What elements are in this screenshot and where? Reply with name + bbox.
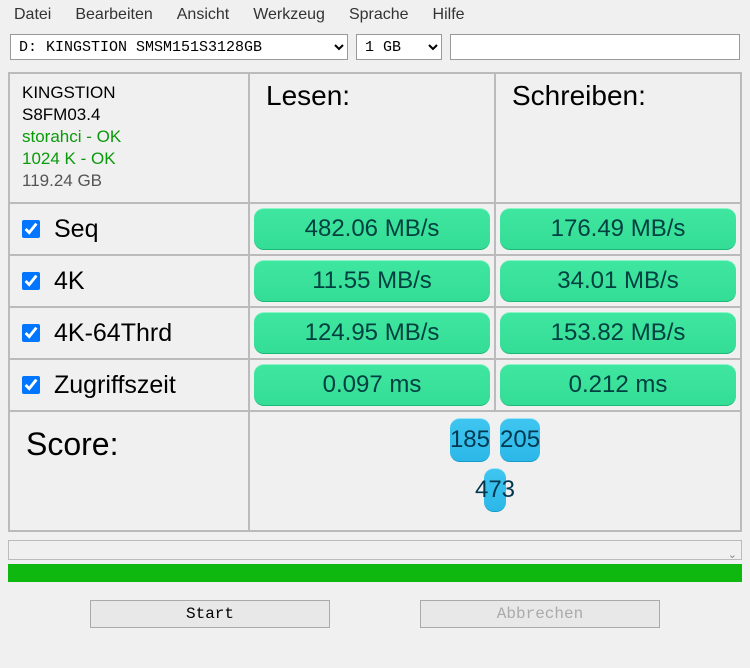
header-row: KINGSTION S8FM03.4 storahci - OK 1024 K … — [10, 74, 742, 204]
row-seq: Seq 482.06 MB/s 176.49 MB/s — [10, 204, 742, 256]
results-grid: KINGSTION S8FM03.4 storahci - OK 1024 K … — [8, 72, 742, 532]
seq-write-value: 176.49 MB/s — [500, 208, 736, 250]
menu-view[interactable]: Ansicht — [177, 6, 229, 24]
progress-complete — [8, 564, 742, 582]
test-4k64-checkbox[interactable] — [22, 324, 40, 342]
test-access-checkbox[interactable] — [22, 376, 40, 394]
drive-info: KINGSTION S8FM03.4 storahci - OK 1024 K … — [10, 74, 250, 202]
acc-write-cell: 0.212 ms — [496, 360, 742, 410]
seq-read-cell: 482.06 MB/s — [250, 204, 496, 254]
acc-read-cell: 0.097 ms — [250, 360, 496, 410]
row-access: Zugriffszeit 0.097 ms 0.212 ms — [10, 360, 742, 412]
menu-edit[interactable]: Bearbeiten — [75, 6, 152, 24]
test-seq-label-cell: Seq — [10, 204, 250, 254]
search-input[interactable] — [450, 34, 740, 60]
menu-bar: Datei Bearbeiten Ansicht Werkzeug Sprach… — [0, 0, 750, 30]
row-score: Score: 185 205 473 — [10, 412, 742, 532]
toolbar: D: KINGSTION SMSM151S3128GB 1 GB — [0, 30, 750, 68]
row-4k: 4K 11.55 MB/s 34.01 MB/s — [10, 256, 742, 308]
progress-tick-icon: ⌄ — [728, 548, 737, 561]
write-header: Schreiben: — [496, 74, 742, 202]
test-access-label: Zugriffszeit — [54, 371, 176, 400]
driver-status: storahci - OK — [22, 126, 121, 148]
score-label: Score: — [10, 412, 250, 530]
k4_64-write-value: 153.82 MB/s — [500, 312, 736, 354]
seq-write-cell: 176.49 MB/s — [496, 204, 742, 254]
drive-select[interactable]: D: KINGSTION SMSM151S3128GB — [10, 34, 348, 60]
k4-read-value: 11.55 MB/s — [254, 260, 490, 302]
menu-help[interactable]: Hilfe — [433, 6, 465, 24]
cancel-button: Abbrechen — [420, 600, 660, 628]
acc-read-value: 0.097 ms — [254, 364, 490, 406]
block-status: 1024 K - OK — [22, 148, 116, 170]
score-read: 185 — [450, 418, 490, 462]
test-4k64-label-cell: 4K-64Thrd — [10, 308, 250, 358]
firmware-version: S8FM03.4 — [22, 104, 100, 126]
row-4k64: 4K-64Thrd 124.95 MB/s 153.82 MB/s — [10, 308, 742, 360]
k4-write-cell: 34.01 MB/s — [496, 256, 742, 306]
acc-write-value: 0.212 ms — [500, 364, 736, 406]
test-size-select[interactable]: 1 GB — [356, 34, 442, 60]
read-header: Lesen: — [250, 74, 496, 202]
progress-area: ⌄ — [8, 540, 742, 582]
k4_64-read-cell: 124.95 MB/s — [250, 308, 496, 358]
capacity: 119.24 GB — [22, 170, 102, 192]
test-seq-checkbox[interactable] — [22, 220, 40, 238]
test-seq-label: Seq — [54, 215, 98, 244]
test-4k-checkbox[interactable] — [22, 272, 40, 290]
score-values: 185 205 473 — [250, 412, 742, 530]
menu-file[interactable]: Datei — [14, 6, 51, 24]
score-write: 205 — [500, 418, 540, 462]
k4_64-read-value: 124.95 MB/s — [254, 312, 490, 354]
k4-read-cell: 11.55 MB/s — [250, 256, 496, 306]
seq-read-value: 482.06 MB/s — [254, 208, 490, 250]
k4_64-write-cell: 153.82 MB/s — [496, 308, 742, 358]
drive-name: KINGSTION — [22, 82, 116, 104]
test-access-label-cell: Zugriffszeit — [10, 360, 250, 410]
button-bar: Start Abbrechen — [0, 600, 750, 628]
score-total: 473 — [484, 468, 506, 512]
test-4k-label-cell: 4K — [10, 256, 250, 306]
menu-language[interactable]: Sprache — [349, 6, 409, 24]
start-button[interactable]: Start — [90, 600, 330, 628]
test-4k64-label: 4K-64Thrd — [54, 319, 172, 348]
k4-write-value: 34.01 MB/s — [500, 260, 736, 302]
menu-tool[interactable]: Werkzeug — [253, 6, 325, 24]
test-4k-label: 4K — [54, 267, 85, 296]
progress-idle: ⌄ — [8, 540, 742, 560]
